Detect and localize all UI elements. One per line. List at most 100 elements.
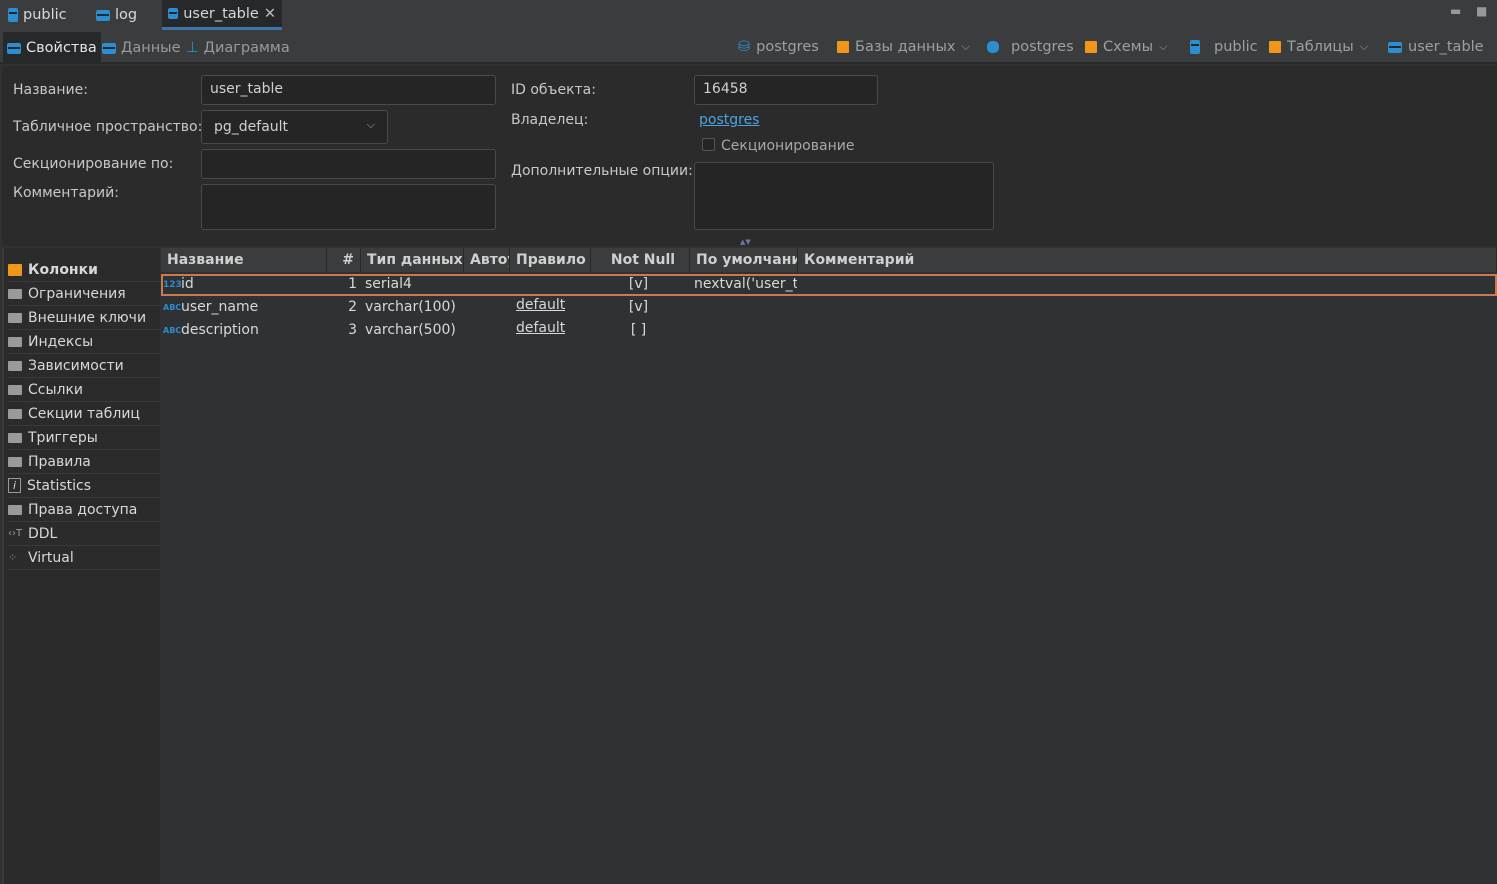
crumb-label: postgres [1011,39,1074,55]
sidebar-item-label: Правила [28,453,91,470]
extra-options-input[interactable] [694,162,994,230]
numeric-column-icon: 123 [163,280,182,290]
folder-icon [8,456,22,467]
tab-data[interactable]: Данные [98,32,185,64]
folder-icon [8,360,22,371]
column-header-collation[interactable]: Правило сортировки [510,248,591,272]
tablespace-select[interactable]: pg_default ⌵ [201,110,388,144]
tab-properties[interactable]: Свойства [3,32,101,64]
chevron-down-icon[interactable]: ⌵ [1360,40,1368,54]
column-header-default[interactable]: По умолчанию [690,248,798,272]
sidebar: Колонки Ограничения Внешние ключи Индекс… [2,248,162,884]
server-icon: ⛁ [738,39,751,55]
sidebar-item-constraints[interactable]: Ограничения [8,282,162,306]
chevron-down-icon[interactable]: ⌵ [962,40,970,54]
sidebar-item-foreign-keys[interactable]: Внешние ключи [8,306,162,330]
breadcrumb-tables[interactable]: Таблицы ⌵ [1269,30,1368,64]
editor-subtabs: Свойства Данные ⊥ Диаграмма ⛁ postgres Баз… [0,30,1497,64]
sidebar-item-label: Колонки [28,261,98,278]
sidebar-item-label: Права доступа [28,501,138,518]
columns-icon [8,263,22,276]
sidebar-item-triggers[interactable]: Триггеры [8,426,162,450]
chevron-down-icon: ⌵ [366,118,375,131]
extra-options-label: Дополнительные опции: [511,163,693,179]
tab-label: log [115,7,138,23]
cell-number: 3 [348,322,357,338]
tab-label: Диаграмма [203,40,290,56]
cell-not-null: [v] [628,276,649,292]
minimize-icon[interactable]: ▬ [1450,4,1461,18]
column-header-type[interactable]: Тип данных [361,248,464,272]
virtual-icon: ⁘ [8,551,18,564]
crumb-label: user_table [1408,39,1484,55]
breadcrumb-databases[interactable]: Базы данных ⌵ [837,30,970,64]
chevron-down-icon[interactable]: ⌵ [1159,40,1167,54]
partition-by-label: Секционирование по: [13,156,174,172]
crumb-label: Базы данных [855,39,956,55]
partition-by-input[interactable] [201,149,496,179]
breadcrumb-database[interactable]: postgres [987,30,1074,64]
sidebar-item-dependencies[interactable]: Зависимости [8,354,162,378]
info-icon: i [8,478,21,493]
sidebar-item-label: Внешние ключи [28,309,147,326]
tab-label: Данные [121,40,181,56]
table-icon [96,9,110,21]
sidebar-item-columns[interactable]: Колонки [8,258,162,282]
diagram-icon: ⊥ [186,40,199,56]
tab-label: Свойства [26,40,97,56]
tab-label: public [23,7,67,23]
column-header-comment[interactable]: Комментарий [798,248,1497,272]
cell-default: nextval('user_table_id_seq'::regclass) [694,276,797,292]
sidebar-item-virtual[interactable]: ⁘ Virtual [8,546,162,570]
name-label: Название: [13,82,88,98]
tablespace-value: pg_default [214,119,289,135]
sidebar-item-label: DDL [28,525,58,542]
owner-link[interactable]: postgres [699,112,759,128]
breadcrumb-postgres-server[interactable]: ⛁ postgres [738,30,819,64]
cell-name: id [181,276,194,292]
column-header-not-null[interactable]: Not Null [591,248,690,272]
sidebar-item-rules[interactable]: Правила [8,450,162,474]
column-header-auto[interactable]: Автоувеличение [464,248,510,272]
name-input[interactable]: user_table [201,75,496,105]
text-column-icon: ABC [163,303,182,312]
folder-icon [8,384,22,395]
sidebar-item-label: Секции таблиц [28,405,140,422]
databases-icon [837,41,849,53]
partitioning-checkbox-label[interactable]: Секционирование [721,138,854,154]
cell-type: serial4 [365,276,412,292]
columns-table: Название # Тип данных Автоувеличение Пра… [161,248,1497,884]
sidebar-item-permissions[interactable]: Права доступа [8,498,162,522]
cell-collation-link[interactable]: default [516,317,565,340]
breadcrumb-schemas[interactable]: Схемы ⌵ [1085,30,1167,64]
sidebar-item-label: Зависимости [28,357,124,374]
close-icon[interactable]: ✕ [264,6,276,22]
column-header-number[interactable]: # [327,248,361,272]
schemas-icon [1085,41,1097,53]
partitioning-checkbox[interactable] [702,138,715,151]
collapse-expand-icon[interactable]: ▲▼ [740,238,751,246]
folder-icon [8,312,22,323]
sidebar-item-partitions[interactable]: Секции таблиц [8,402,162,426]
sidebar-item-label: Ссылки [28,381,84,398]
sidebar-item-ddl[interactable]: ‹›T DDL [8,522,162,546]
tables-icon [1269,41,1281,53]
schema-icon [1190,40,1200,54]
tab-diagram[interactable]: ⊥ Диаграмма [182,32,294,64]
sidebar-item-indexes[interactable]: Индексы [8,330,162,354]
maximize-icon[interactable]: ■ [1476,4,1487,18]
tab-log[interactable]: log [90,0,143,30]
breadcrumb-schema[interactable]: public [1190,30,1258,64]
comment-input[interactable] [201,184,496,230]
cell-collation-link[interactable]: default [516,294,565,317]
tab-user-table[interactable]: user_table ✕ [162,0,282,30]
properties-form: Название: user_table Табличное пространс… [2,66,1497,246]
constraints-icon [8,288,22,299]
table-icon [7,42,21,54]
column-header-name[interactable]: Название [161,248,327,272]
sidebar-item-statistics[interactable]: i Statistics [8,474,162,498]
sidebar-item-label: Virtual [28,549,74,566]
sidebar-item-references[interactable]: Ссылки [8,378,162,402]
breadcrumb-table[interactable]: user_table [1388,30,1484,64]
tab-public[interactable]: public [2,0,73,30]
